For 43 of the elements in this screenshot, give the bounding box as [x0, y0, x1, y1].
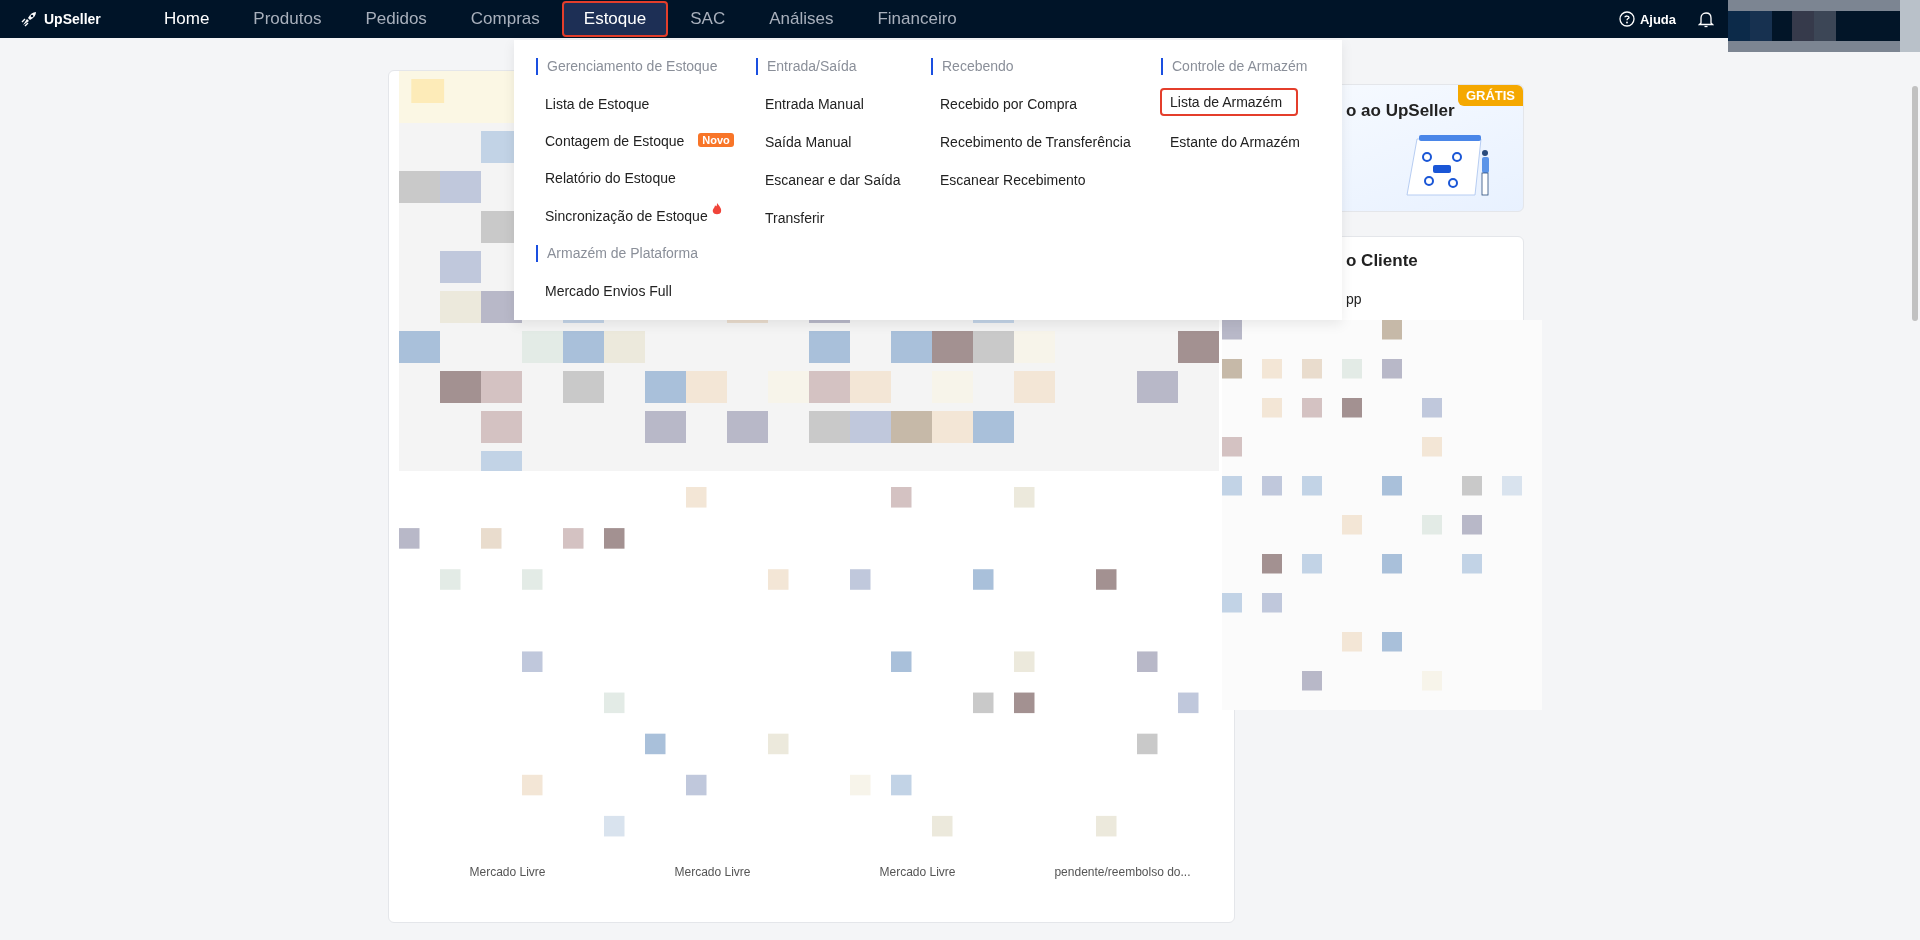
section-heading: Gerenciamento de Estoque — [536, 58, 756, 75]
platform-label: Mercado Livre — [673, 865, 752, 879]
nav-tab[interactable]: Estoque — [561, 1, 669, 37]
menu-item[interactable]: Escanear e dar Saída — [755, 169, 911, 191]
menu-item[interactable]: Recebido por Compra — [930, 93, 1087, 115]
menu-item[interactable]: Entrada Manual — [755, 93, 874, 115]
platform-label: Mercado Livre — [878, 865, 957, 879]
nav-tab[interactable]: Financeiro — [855, 1, 979, 37]
help-link[interactable]: Ajuda — [1618, 11, 1676, 27]
menu-item[interactable]: Sincronização de Estoque — [535, 204, 732, 227]
platform-label: Mercado Livre — [468, 865, 547, 879]
section-heading: Armazém de Plataforma — [536, 244, 756, 262]
menu-item[interactable]: Transferir — [755, 207, 835, 229]
menu-item[interactable]: Recebimento de Transferência — [930, 131, 1141, 153]
menu-item[interactable]: Lista de Estoque — [535, 93, 660, 115]
menu-item[interactable]: Mercado Envios Full — [535, 279, 682, 302]
free-badge: GRÁTIS — [1457, 85, 1523, 106]
platform-label: pendente/reembolso do... — [1053, 865, 1192, 879]
bell-icon[interactable] — [1698, 10, 1714, 28]
card-title: o Cliente — [1346, 251, 1419, 271]
section-heading: Controle de Armazém — [1161, 58, 1310, 75]
nav-tab[interactable]: SAC — [668, 1, 748, 37]
card-text: pp — [1346, 291, 1363, 307]
menu-item[interactable]: Contagem de Estoque — [535, 130, 695, 153]
nav-tab[interactable]: Home — [142, 1, 232, 37]
menu-item[interactable]: Lista de Armazém — [1160, 88, 1299, 116]
nav-tab[interactable]: Compras — [448, 1, 562, 37]
section-heading: Recebendo — [931, 58, 1161, 75]
menu-item[interactable]: Relatório do Estoque — [535, 167, 686, 190]
nav-tab[interactable]: Pedidos — [343, 1, 449, 37]
brand-name: UpSeller — [44, 11, 101, 27]
scrollbar[interactable] — [1912, 86, 1918, 321]
menu-item[interactable]: Estante do Armazém — [1160, 131, 1310, 153]
menu-item[interactable]: Escanear Recebimento — [930, 169, 1096, 191]
nav-tab[interactable]: Produtos — [231, 1, 344, 37]
help-icon — [1618, 11, 1635, 27]
menu-item[interactable]: Saída Manual — [755, 131, 862, 153]
new-badge: Novo — [698, 133, 734, 148]
flame-icon — [711, 202, 722, 216]
card-title: o ao UpSeller — [1346, 101, 1456, 121]
nav-tab[interactable]: Análises — [747, 1, 856, 37]
rocket-logo-icon — [20, 10, 38, 28]
section-heading: Entrada/Saída — [756, 58, 931, 75]
